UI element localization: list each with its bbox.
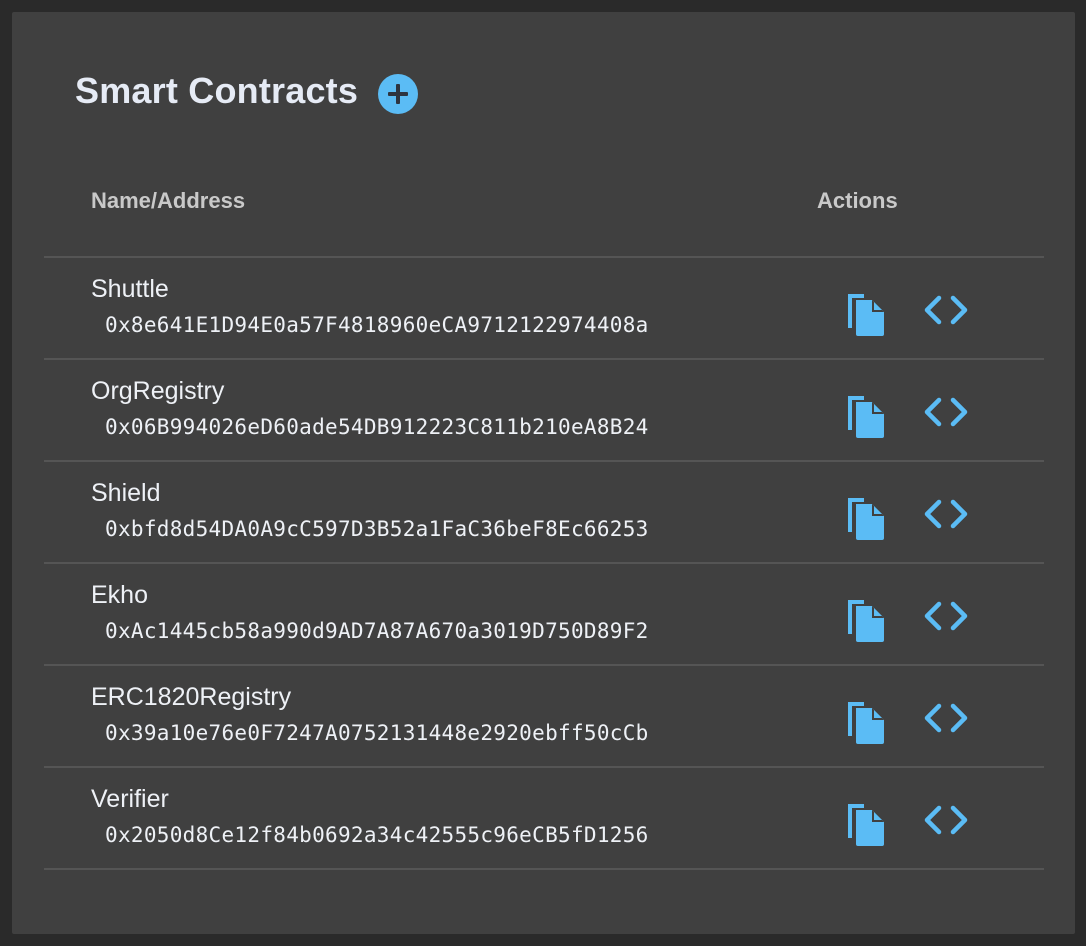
copy-icon	[848, 396, 884, 438]
code-icon	[924, 397, 968, 427]
contract-name: Shuttle	[91, 275, 169, 303]
table-row: Shield 0xbfd8d54DA0A9cC597D3B52a1FaC36be…	[44, 462, 1044, 564]
contract-address: 0x39a10e76e0F7247A0752131448e2920ebff50c…	[105, 721, 649, 745]
view-code-button[interactable]	[923, 396, 969, 428]
copy-address-button[interactable]	[844, 798, 888, 846]
table-row: Ekho 0xAc1445cb58a990d9AD7A87A670a3019D7…	[44, 564, 1044, 666]
copy-address-button[interactable]	[844, 492, 888, 540]
view-code-button[interactable]	[923, 702, 969, 734]
copy-icon	[848, 600, 884, 642]
copy-icon	[848, 804, 884, 846]
code-icon	[924, 601, 968, 631]
code-icon	[924, 805, 968, 835]
contract-address: 0xbfd8d54DA0A9cC597D3B52a1FaC36beF8Ec662…	[105, 517, 649, 541]
plus-icon	[388, 84, 409, 104]
code-icon	[924, 703, 968, 733]
view-code-button[interactable]	[923, 600, 969, 632]
code-icon	[924, 295, 968, 325]
copy-icon	[848, 294, 884, 336]
contract-name: Shield	[91, 479, 161, 507]
contract-address: 0x06B994026eD60ade54DB912223C811b210eA8B…	[105, 415, 649, 439]
copy-address-button[interactable]	[844, 594, 888, 642]
contract-address: 0xAc1445cb58a990d9AD7A87A670a3019D750D89…	[105, 619, 649, 643]
contract-name: OrgRegistry	[91, 377, 225, 405]
contract-name: Verifier	[91, 785, 169, 813]
add-contract-button[interactable]	[378, 74, 419, 114]
copy-address-button[interactable]	[844, 696, 888, 744]
column-header-name-address: Name/Address	[91, 188, 246, 213]
table-row: OrgRegistry 0x06B994026eD60ade54DB912223…	[44, 360, 1044, 462]
contract-name: ERC1820Registry	[91, 683, 292, 711]
column-header-actions: Actions	[817, 188, 898, 213]
view-code-button[interactable]	[923, 498, 969, 530]
panel-header: Smart Contracts	[75, 68, 419, 114]
table-row: Shuttle 0x8e641E1D94E0a57F4818960eCA9712…	[44, 258, 1044, 360]
contracts-table: Shuttle 0x8e641E1D94E0a57F4818960eCA9712…	[44, 256, 1044, 870]
table-row: ERC1820Registry 0x39a10e76e0F7247A075213…	[44, 666, 1044, 768]
page-title: Smart Contracts	[75, 70, 359, 111]
table-row: Verifier 0x2050d8Ce12f84b0692a34c42555c9…	[44, 768, 1044, 870]
contract-name: Ekho	[91, 581, 148, 609]
copy-address-button[interactable]	[844, 288, 888, 336]
contract-address: 0x8e641E1D94E0a57F4818960eCA971212297440…	[105, 313, 649, 337]
view-code-button[interactable]	[923, 294, 969, 326]
copy-address-button[interactable]	[844, 390, 888, 438]
copy-icon	[848, 498, 884, 540]
copy-icon	[848, 702, 884, 744]
code-icon	[924, 499, 968, 529]
smart-contracts-panel: Smart Contracts Name/Address Actions Shu…	[12, 12, 1075, 934]
view-code-button[interactable]	[923, 804, 969, 836]
contract-address: 0x2050d8Ce12f84b0692a34c42555c96eCB5fD12…	[105, 823, 649, 847]
